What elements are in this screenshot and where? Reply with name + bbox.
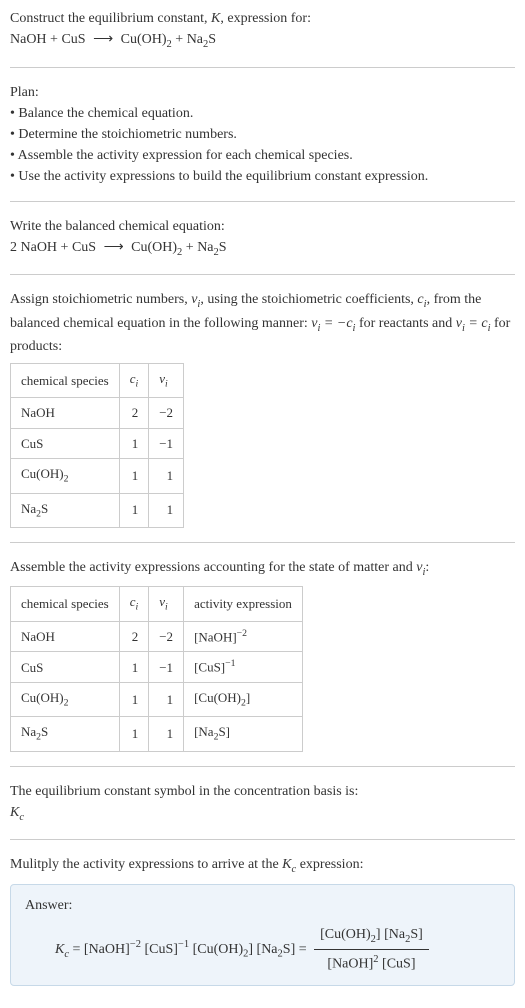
ci-cell: 1 xyxy=(119,493,149,527)
species-cell: CuS xyxy=(11,428,120,459)
stoich-table: chemical species ci νi NaOH 2 −2 CuS 1 −… xyxy=(10,363,184,528)
fraction-denominator: [NaOH]2 [CuS] xyxy=(314,950,429,975)
symbol-ci: ci xyxy=(417,292,426,307)
intro-line1: Construct the equilibrium constant, K, e… xyxy=(10,8,515,29)
species-cell: Na2S xyxy=(11,717,120,751)
plan-bullet-2: • Determine the stoichiometric numbers. xyxy=(10,124,515,145)
symbol-K: K xyxy=(211,11,220,26)
answer-label: Answer: xyxy=(25,895,500,916)
intro-text-a: Construct the equilibrium constant, xyxy=(10,11,211,26)
plan-section: Plan: • Balance the chemical equation. •… xyxy=(10,82,515,187)
divider xyxy=(10,542,515,543)
table-row: CuS 1 −1 xyxy=(11,428,184,459)
species-cell: NaOH xyxy=(11,621,120,652)
table-row: Cu(OH)2 1 1 xyxy=(11,459,184,493)
divider xyxy=(10,274,515,275)
activity-table: chemical species ci νi activity expressi… xyxy=(10,586,303,751)
assign-a: Assign stoichiometric numbers, xyxy=(10,292,191,307)
assemble-b: : xyxy=(425,560,429,575)
table-row: CuS 1 −1 [CuS]−1 xyxy=(11,652,303,683)
balanced-section: Write the balanced chemical equation: 2 … xyxy=(10,216,515,261)
ci-cell: 2 xyxy=(119,621,149,652)
species-cell: NaOH xyxy=(11,398,120,429)
table-header-row: chemical species ci νi activity expressi… xyxy=(11,587,303,621)
assemble-a: Assemble the activity expressions accoun… xyxy=(10,560,416,575)
activity-cell: [NaOH]−2 xyxy=(184,621,303,652)
activity-cell: [Cu(OH)2] xyxy=(184,683,303,717)
plan-bullet-4: • Use the activity expressions to build … xyxy=(10,166,515,187)
vi-cell: 1 xyxy=(149,459,184,493)
assign-text: Assign stoichiometric numbers, νi, using… xyxy=(10,289,515,357)
conc-basis-text: The equilibrium constant symbol in the c… xyxy=(10,781,515,802)
fraction: [Cu(OH)2] [Na2S] [NaOH]2 [CuS] xyxy=(310,924,433,975)
assign-d: for reactants and xyxy=(355,316,455,331)
activity-cell: [Na2S] xyxy=(184,717,303,751)
vi-cell: 1 xyxy=(149,493,184,527)
table-row: Na2S 1 1 xyxy=(11,493,184,527)
multiply-b: expression: xyxy=(296,857,363,872)
table-header-row: chemical species ci νi xyxy=(11,364,184,398)
table-row: NaOH 2 −2 xyxy=(11,398,184,429)
unbalanced-equation: NaOH + CuS ⟶ Cu(OH)2 + Na2S xyxy=(10,29,515,53)
divider xyxy=(10,839,515,840)
balanced-heading: Write the balanced chemical equation: xyxy=(10,216,515,237)
col-ci: ci xyxy=(119,364,149,398)
ci-cell: 1 xyxy=(119,717,149,751)
vi-cell: −1 xyxy=(149,428,184,459)
divider xyxy=(10,67,515,68)
vi-cell: −2 xyxy=(149,398,184,429)
answer-formula: Kc = [NaOH]−2 [CuS]−1 [Cu(OH)2] [Na2S] =… xyxy=(25,924,500,975)
vi-cell: −2 xyxy=(149,621,184,652)
symbol-Kc: Kc xyxy=(10,802,515,826)
col-vi: νi xyxy=(149,364,184,398)
formula-reactants: νi = −ci xyxy=(311,316,355,331)
ci-cell: 1 xyxy=(119,428,149,459)
multiply-section: Mulitply the activity expressions to arr… xyxy=(10,854,515,986)
arrow-icon: ⟶ xyxy=(100,240,128,255)
species-cell: Cu(OH)2 xyxy=(11,459,120,493)
intro-section: Construct the equilibrium constant, K, e… xyxy=(10,8,515,53)
vi-cell: 1 xyxy=(149,717,184,751)
balanced-equation: 2 NaOH + CuS ⟶ Cu(OH)2 + Na2S xyxy=(10,237,515,261)
ci-cell: 1 xyxy=(119,459,149,493)
ci-cell: 1 xyxy=(119,652,149,683)
col-activity: activity expression xyxy=(184,587,303,621)
assign-section: Assign stoichiometric numbers, νi, using… xyxy=(10,289,515,528)
ci-cell: 1 xyxy=(119,683,149,717)
arrow-icon: ⟶ xyxy=(89,32,117,47)
assemble-section: Assemble the activity expressions accoun… xyxy=(10,557,515,752)
col-species: chemical species xyxy=(11,364,120,398)
plan-bullet-3: • Assemble the activity expression for e… xyxy=(10,145,515,166)
col-species: chemical species xyxy=(11,587,120,621)
symbol-Kc: Kc xyxy=(282,857,296,872)
vi-cell: −1 xyxy=(149,652,184,683)
plan-heading: Plan: xyxy=(10,82,515,103)
assign-b: , using the stoichiometric coefficients, xyxy=(200,292,417,307)
intro-text-b: , expression for: xyxy=(220,11,311,26)
col-ci: ci xyxy=(119,587,149,621)
vi-cell: 1 xyxy=(149,683,184,717)
divider xyxy=(10,766,515,767)
fraction-numerator: [Cu(OH)2] [Na2S] xyxy=(314,924,429,951)
species-cell: CuS xyxy=(11,652,120,683)
table-row: NaOH 2 −2 [NaOH]−2 xyxy=(11,621,303,652)
activity-cell: [CuS]−1 xyxy=(184,652,303,683)
table-row: Cu(OH)2 1 1 [Cu(OH)2] xyxy=(11,683,303,717)
multiply-text: Mulitply the activity expressions to arr… xyxy=(10,854,515,878)
answer-box: Answer: Kc = [NaOH]−2 [CuS]−1 [Cu(OH)2] … xyxy=(10,884,515,986)
multiply-a: Mulitply the activity expressions to arr… xyxy=(10,857,282,872)
symbol-vi: νi xyxy=(191,292,200,307)
conc-basis-section: The equilibrium constant symbol in the c… xyxy=(10,781,515,826)
assemble-text: Assemble the activity expressions accoun… xyxy=(10,557,515,581)
col-vi: νi xyxy=(149,587,184,621)
divider xyxy=(10,201,515,202)
plan-bullet-1: • Balance the chemical equation. xyxy=(10,103,515,124)
table-row: Na2S 1 1 [Na2S] xyxy=(11,717,303,751)
formula-products: νi = ci xyxy=(456,316,491,331)
ci-cell: 2 xyxy=(119,398,149,429)
species-cell: Na2S xyxy=(11,493,120,527)
species-cell: Cu(OH)2 xyxy=(11,683,120,717)
